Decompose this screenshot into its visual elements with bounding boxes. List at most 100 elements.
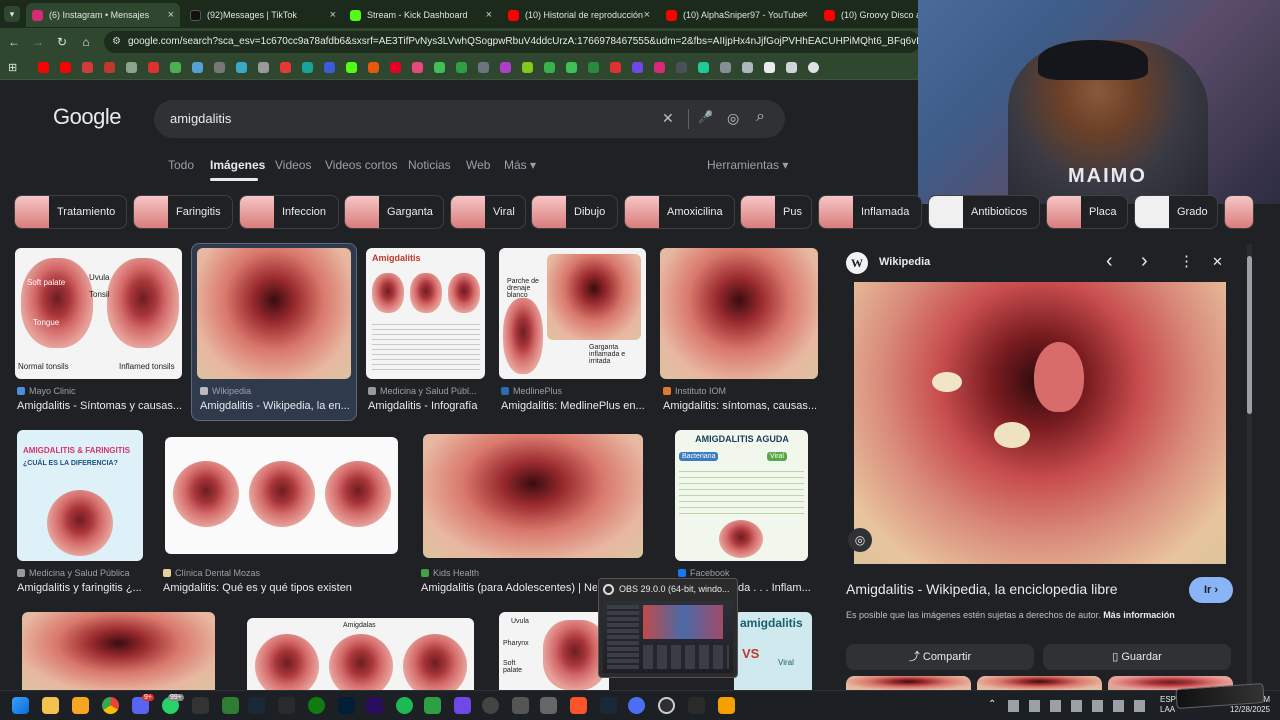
- tab-mas[interactable]: Más ▾: [504, 158, 536, 172]
- kick-icon[interactable]: [346, 62, 357, 73]
- tab-youtube-groovy[interactable]: (10) Groovy Disco and: [818, 3, 918, 27]
- result-title[interactable]: Amigdalitis: síntomas, causas...: [663, 400, 818, 412]
- bookmark-icon[interactable]: [214, 62, 225, 73]
- app-icon[interactable]: [424, 697, 441, 714]
- clear-icon[interactable]: ✕: [662, 110, 674, 127]
- result-title[interactable]: da . . . Inflam...: [738, 582, 812, 594]
- bookmark-icon[interactable]: [170, 62, 181, 73]
- result-source[interactable]: Kids Health: [421, 568, 601, 578]
- scrollbar[interactable]: [1247, 244, 1252, 688]
- result-title[interactable]: Amigdalitis y faringitis ¿...: [17, 582, 152, 594]
- chip-infeccion[interactable]: Infeccion: [239, 195, 339, 229]
- bookmark-icon[interactable]: [676, 62, 687, 73]
- next-icon[interactable]: ›: [1141, 250, 1148, 273]
- app-icon[interactable]: [482, 697, 499, 714]
- result-image-amigdalas[interactable]: Amigdalas: [247, 618, 474, 690]
- bookmark-icon[interactable]: [82, 62, 93, 73]
- close-icon[interactable]: ×: [330, 9, 336, 21]
- app-icon[interactable]: [540, 697, 557, 714]
- lens-icon[interactable]: ◎: [848, 528, 872, 552]
- share-button[interactable]: ⤴ Compartir: [846, 644, 1034, 670]
- chrome-icon[interactable]: [102, 697, 119, 714]
- bookmark-icon[interactable]: [808, 62, 819, 73]
- tab-noticias[interactable]: Noticias: [408, 158, 451, 172]
- result-image-aguda[interactable]: AMIGDALITIS AGUDA Bacteriana Viral: [675, 430, 808, 561]
- site-info-icon[interactable]: ⚙: [112, 31, 121, 53]
- bookmark-icon[interactable]: [456, 62, 467, 73]
- bookmark-icon[interactable]: [324, 62, 335, 73]
- tab-youtube-history[interactable]: (10) Historial de reproducción ×: [502, 3, 656, 27]
- tray-chevron-icon[interactable]: ⌃: [988, 699, 996, 710]
- chip-faringitis[interactable]: Faringitis: [133, 195, 233, 229]
- result-image-faringitis[interactable]: AMIGDALITIS & FARINGITIS ¿CUÁL ES LA DIF…: [17, 430, 143, 561]
- search-icon[interactable]: ⌕: [756, 108, 765, 126]
- result-image-iom[interactable]: [660, 248, 818, 379]
- photoshop-icon[interactable]: [338, 697, 355, 714]
- result-source[interactable]: Instituto IOM: [663, 386, 818, 396]
- more-info-link[interactable]: Más información: [1103, 610, 1175, 620]
- chip-tratamiento[interactable]: Tratamiento: [14, 195, 127, 229]
- result-image-dental-mozas[interactable]: [165, 437, 398, 554]
- spotify-icon[interactable]: [396, 697, 413, 714]
- go-button[interactable]: Ir ›: [1189, 577, 1233, 603]
- result-source[interactable]: Facebook: [678, 568, 808, 578]
- epic-games-icon[interactable]: [278, 697, 295, 714]
- related-image[interactable]: [846, 676, 971, 690]
- windows-start-icon[interactable]: [12, 697, 29, 714]
- pinterest-icon[interactable]: [390, 62, 401, 73]
- close-icon[interactable]: ×: [486, 9, 492, 21]
- bookmark-icon[interactable]: [522, 62, 533, 73]
- bookmark-icon[interactable]: [478, 62, 489, 73]
- result-title[interactable]: Amigdalitis: MedlinePlus en...: [501, 400, 646, 412]
- address-bar[interactable]: ⚙ google.com/search?sca_esv=1c670cc9a78a…: [104, 31, 920, 53]
- close-icon[interactable]: ✕: [1212, 254, 1223, 270]
- file-explorer-icon[interactable]: [42, 697, 59, 714]
- result-image-infografia[interactable]: Amigdalitis: [366, 248, 485, 379]
- bookmark-icon[interactable]: [302, 62, 313, 73]
- result-source[interactable]: Medicina y Salud Públ...: [368, 386, 488, 396]
- close-icon[interactable]: ×: [802, 9, 808, 21]
- preview-image[interactable]: [854, 282, 1226, 564]
- close-icon[interactable]: ×: [168, 9, 174, 21]
- prev-icon[interactable]: ‹: [1106, 250, 1113, 273]
- bookmark-icon[interactable]: [148, 62, 159, 73]
- bookmark-icon[interactable]: [610, 62, 621, 73]
- bookmark-youtube-icon[interactable]: [60, 62, 71, 73]
- chip-antibioticos[interactable]: Antibioticos: [928, 195, 1040, 229]
- bookmark-icon[interactable]: [588, 62, 599, 73]
- result-source[interactable]: Wikipedia: [200, 386, 350, 396]
- lens-icon[interactable]: ◎: [727, 110, 739, 127]
- reload-icon[interactable]: ↻: [54, 34, 70, 50]
- bookmark-icon[interactable]: [764, 62, 775, 73]
- result-image-row3-1[interactable]: [22, 612, 215, 690]
- premiere-icon[interactable]: [366, 697, 383, 714]
- scrollbar-thumb[interactable]: [1247, 256, 1252, 414]
- app-icon[interactable]: [628, 697, 645, 714]
- tab-imagenes[interactable]: Imágenes: [210, 158, 265, 172]
- bookmark-icon[interactable]: [236, 62, 247, 73]
- app-icon[interactable]: [192, 697, 209, 714]
- bookmark-icon[interactable]: [280, 62, 291, 73]
- result-image-pharynx[interactable]: Uvula Pharynx Soft palate: [499, 612, 609, 690]
- bookmark-icon[interactable]: [412, 62, 423, 73]
- tab-kick[interactable]: Stream - Kick Dashboard ×: [344, 3, 498, 27]
- chip-garganta[interactable]: Garganta: [344, 195, 444, 229]
- obs-window-preview[interactable]: OBS 29.0.0 (64-bit, windo...: [598, 578, 738, 678]
- result-title[interactable]: Amigdalitis - Wikipedia, la en...: [200, 400, 350, 412]
- result-image-wikipedia[interactable]: [197, 248, 351, 379]
- bookmark-icon[interactable]: [698, 62, 709, 73]
- xbox-icon[interactable]: [308, 697, 325, 714]
- app-icon[interactable]: [718, 697, 735, 714]
- tab-todo[interactable]: Todo: [168, 158, 194, 172]
- result-title[interactable]: Amigdalitis (para Adolescentes) | Nem: [421, 582, 597, 594]
- mic-icon[interactable]: 🎤: [698, 110, 713, 124]
- result-image-medlineplus[interactable]: Parche de drenaje blanco Garganta inflam…: [499, 248, 646, 379]
- result-title[interactable]: Amigdalitis - Síntomas y causas...: [17, 400, 182, 412]
- chip-amoxicilina[interactable]: Amoxicilina: [624, 195, 735, 229]
- result-source[interactable]: Clínica Dental Mozas: [163, 568, 403, 578]
- result-source[interactable]: MedlinePlus: [501, 386, 646, 396]
- more-options-icon[interactable]: ⋮: [1179, 252, 1194, 270]
- bookmark-icon[interactable]: [786, 62, 797, 73]
- result-title[interactable]: Amigdalitis - Infografía: [368, 400, 488, 412]
- search-input[interactable]: amigdalitis: [170, 111, 231, 126]
